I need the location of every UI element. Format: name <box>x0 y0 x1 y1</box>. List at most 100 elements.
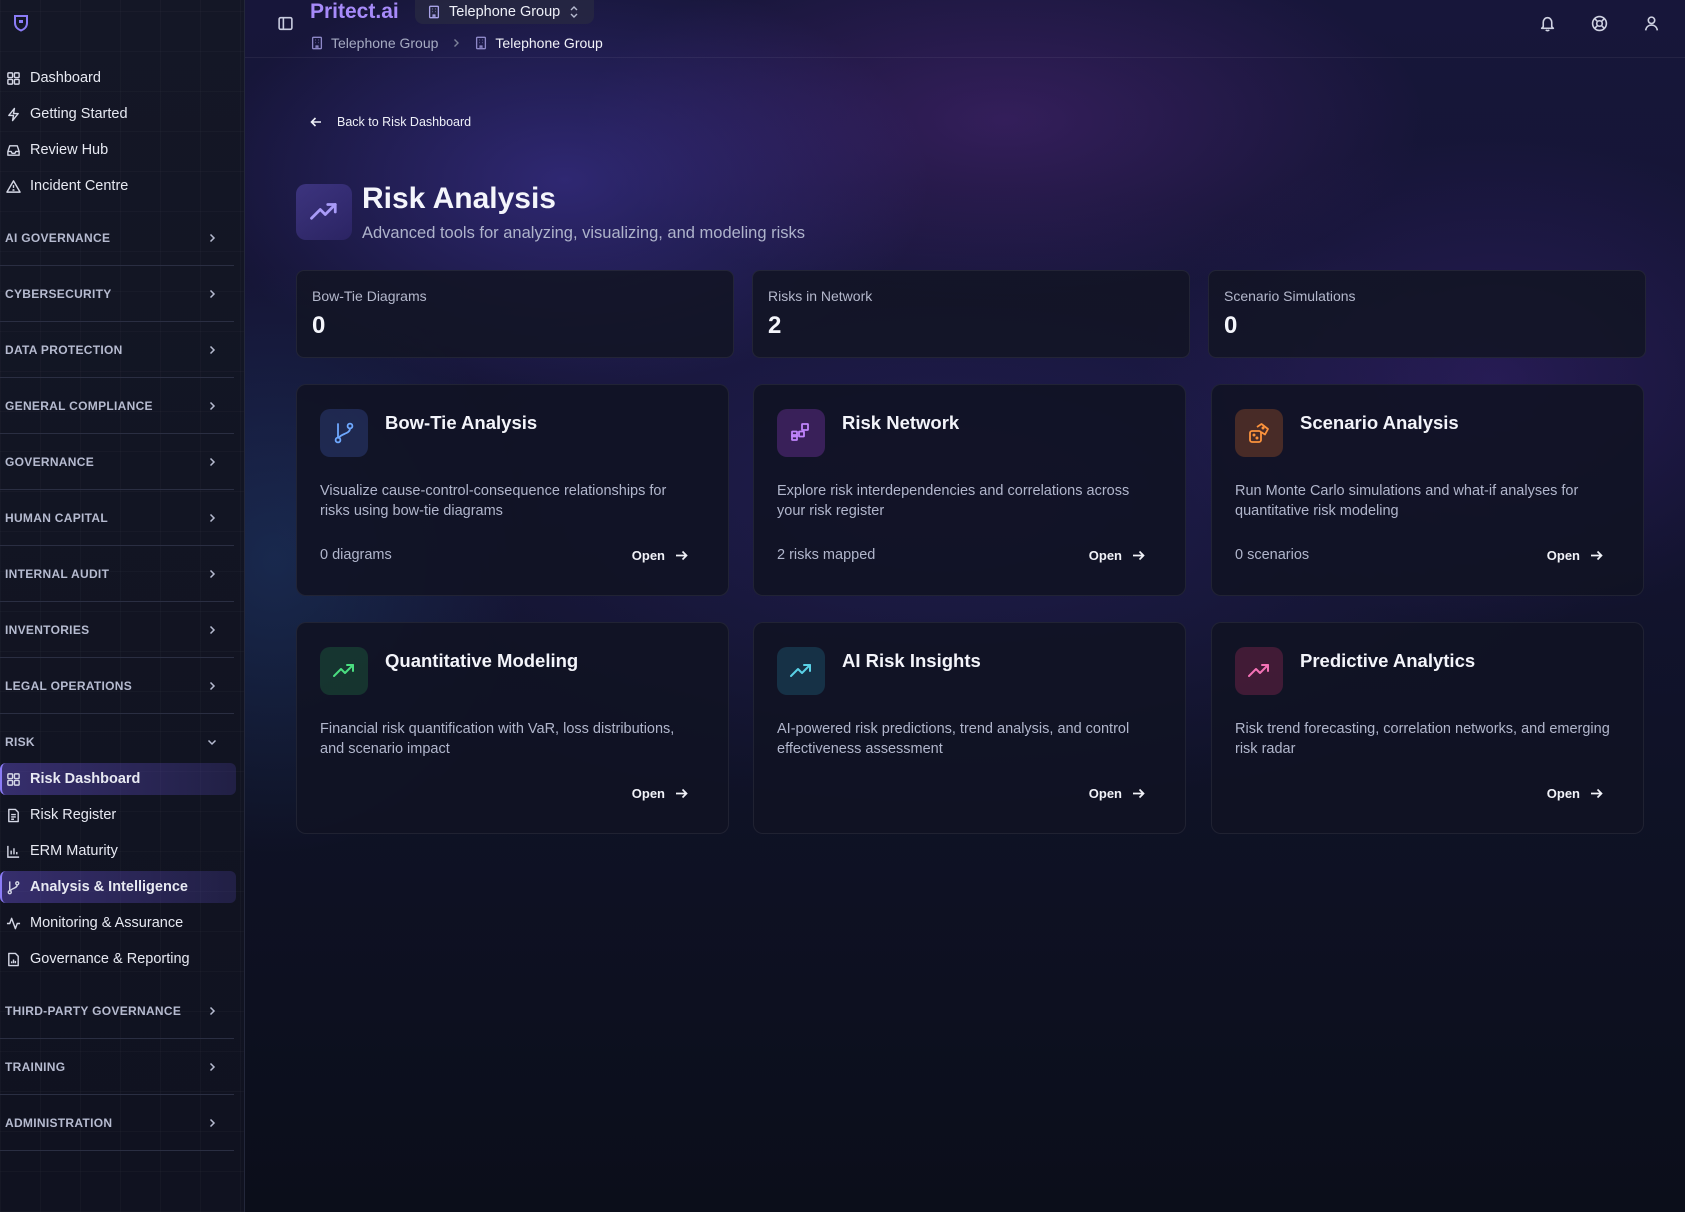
section-administration[interactable]: ADMINISTRATION <box>0 1095 234 1151</box>
sidebar-item-dashboard[interactable]: Dashboard <box>0 62 236 94</box>
sidebar-item-incident-centre[interactable]: Incident Centre <box>0 170 236 202</box>
network-icon <box>777 409 825 457</box>
tool-count: 0 scenarios <box>1235 547 1310 563</box>
tool-card-risk-network[interactable]: Risk Network Explore risk interdependenc… <box>753 384 1186 596</box>
page-title: Risk Analysis <box>362 182 556 215</box>
open-label: Open <box>1088 786 1122 801</box>
sidebar-item-label: Getting Started <box>30 106 128 122</box>
git-branch-icon <box>320 409 368 457</box>
section-cybersecurity[interactable]: CYBERSECURITY <box>0 266 234 322</box>
inbox-icon <box>6 143 21 158</box>
zap-icon <box>6 107 21 122</box>
help-circle-icon[interactable] <box>1591 15 1608 32</box>
section-training[interactable]: TRAINING <box>0 1039 234 1095</box>
chevron-right-icon <box>206 288 218 300</box>
trending-up-icon <box>320 647 368 695</box>
chevron-right-icon <box>206 1061 218 1073</box>
app-logo[interactable] <box>12 14 30 32</box>
sidebar-item-review-hub[interactable]: Review Hub <box>0 134 236 166</box>
section-label: GENERAL COMPLIANCE <box>5 398 153 413</box>
sidebar-item-label: Incident Centre <box>30 178 129 194</box>
brand-name[interactable]: Pritect.ai <box>310 0 399 24</box>
sidebar-item-erm-maturity[interactable]: ERM Maturity <box>0 835 236 867</box>
chevron-right-icon <box>206 344 218 356</box>
sidebar-item-label: Monitoring & Assurance <box>30 915 184 931</box>
open-label: Open <box>1546 786 1580 801</box>
tool-card-predictive-analytics[interactable]: Predictive Analytics Risk trend forecast… <box>1211 622 1644 834</box>
section-label: LEGAL OPERATIONS <box>5 678 133 693</box>
section-risk[interactable]: RISK <box>0 714 234 770</box>
arrow-right-icon <box>1591 788 1603 799</box>
open-button[interactable]: Open <box>1547 786 1604 801</box>
section-general-compliance[interactable]: GENERAL COMPLIANCE <box>0 378 234 434</box>
tool-title: Bow-Tie Analysis <box>385 412 538 433</box>
tool-card-ai-risk-insights[interactable]: AI Risk Insights AI-powered risk predict… <box>753 622 1186 834</box>
sidebar-item-label: Governance & Reporting <box>30 951 190 967</box>
tool-card-quantitative-modeling[interactable]: Quantitative Modeling Financial risk qua… <box>296 622 729 834</box>
open-button[interactable]: Open <box>1089 548 1146 563</box>
section-legal-operations[interactable]: LEGAL OPERATIONS <box>0 658 234 714</box>
section-internal-audit[interactable]: INTERNAL AUDIT <box>0 546 234 602</box>
open-button[interactable]: Open <box>1089 786 1146 801</box>
sidebar-item-monitoring-assurance[interactable]: Monitoring & Assurance <box>0 907 236 939</box>
open-button[interactable]: Open <box>632 786 689 801</box>
section-human-capital[interactable]: HUMAN CAPITAL <box>0 490 234 546</box>
sidebar-item-label: Analysis & Intelligence <box>30 879 188 895</box>
chevron-right-icon <box>206 624 218 636</box>
open-button[interactable]: Open <box>632 548 689 563</box>
bar-chart-icon <box>6 844 21 859</box>
tool-title: Risk Network <box>842 412 960 433</box>
open-label: Open <box>631 548 665 563</box>
tool-card-scenario-analysis[interactable]: Scenario Analysis Run Monte Carlo simula… <box>1211 384 1644 596</box>
section-governance[interactable]: GOVERNANCE <box>0 434 234 490</box>
section-data-protection[interactable]: DATA PROTECTION <box>0 322 234 378</box>
main-content: Pritect.ai Telephone Group Telephone Gro… <box>245 0 1685 1212</box>
section-label: DATA PROTECTION <box>5 342 123 357</box>
building-icon <box>427 5 441 19</box>
sidebar-item-risk-dashboard[interactable]: Risk Dashboard <box>0 763 236 795</box>
tool-description: Financial risk quantification with VaR, … <box>320 721 675 757</box>
section-third-party-governance[interactable]: THIRD-PARTY GOVERNANCE <box>0 983 234 1039</box>
stat-card-scenario-simulations: Scenario Simulations 0 <box>1208 270 1646 358</box>
section-label: TRAINING <box>5 1059 66 1074</box>
sidebar: Dashboard Getting Started Review Hub Inc… <box>0 0 245 1212</box>
alert-triangle-icon <box>6 179 21 194</box>
open-button[interactable]: Open <box>1547 548 1604 563</box>
chevron-right-icon <box>206 568 218 580</box>
tool-description: Visualize cause-control-consequence rela… <box>320 483 667 519</box>
stat-value: 2 <box>768 312 782 339</box>
sidebar-item-label: Risk Register <box>30 807 117 823</box>
sidebar-item-getting-started[interactable]: Getting Started <box>0 98 236 130</box>
section-label: CYBERSECURITY <box>5 286 112 301</box>
sidebar-item-label: ERM Maturity <box>30 843 118 859</box>
chevron-right-icon <box>206 512 218 524</box>
stat-label: Bow-Tie Diagrams <box>312 288 427 304</box>
tool-description: Risk trend forecasting, correlation netw… <box>1235 721 1610 757</box>
stat-value: 0 <box>312 312 326 339</box>
section-label: RISK <box>5 735 35 749</box>
sidebar-item-risk-register[interactable]: Risk Register <box>0 799 236 831</box>
back-link-label: Back to Risk Dashboard <box>337 115 472 129</box>
activity-icon <box>6 916 21 931</box>
tool-card-bow-tie-analysis[interactable]: Bow-Tie Analysis Visualize cause-control… <box>296 384 729 596</box>
bell-icon[interactable] <box>1539 15 1556 32</box>
tool-description: Run Monte Carlo simulations and what-if … <box>1235 483 1579 519</box>
breadcrumb-item[interactable]: Telephone Group <box>331 35 438 51</box>
section-ai-governance[interactable]: AI GOVERNANCE <box>0 210 234 266</box>
stat-value: 0 <box>1224 312 1238 339</box>
sidebar-item-analysis-intelligence[interactable]: Analysis & Intelligence <box>0 871 236 903</box>
sidebar-toggle-icon[interactable] <box>277 15 294 32</box>
tool-description: AI-powered risk predictions, trend analy… <box>777 721 1130 757</box>
section-label: GOVERNANCE <box>5 454 95 469</box>
back-to-risk-dashboard-link[interactable]: Back to Risk Dashboard <box>309 115 471 129</box>
sidebar-item-governance-reporting[interactable]: Governance & Reporting <box>0 943 236 975</box>
section-label: THIRD-PARTY GOVERNANCE <box>5 1003 182 1018</box>
grid-icon <box>6 772 21 787</box>
tool-count: 0 diagrams <box>320 547 392 563</box>
org-selector[interactable]: Telephone Group <box>415 0 595 24</box>
section-inventories[interactable]: INVENTORIES <box>0 602 234 658</box>
open-label: Open <box>1088 548 1122 563</box>
trending-up-icon <box>296 184 352 240</box>
user-icon[interactable] <box>1643 15 1660 32</box>
arrow-right-icon <box>1133 550 1145 561</box>
